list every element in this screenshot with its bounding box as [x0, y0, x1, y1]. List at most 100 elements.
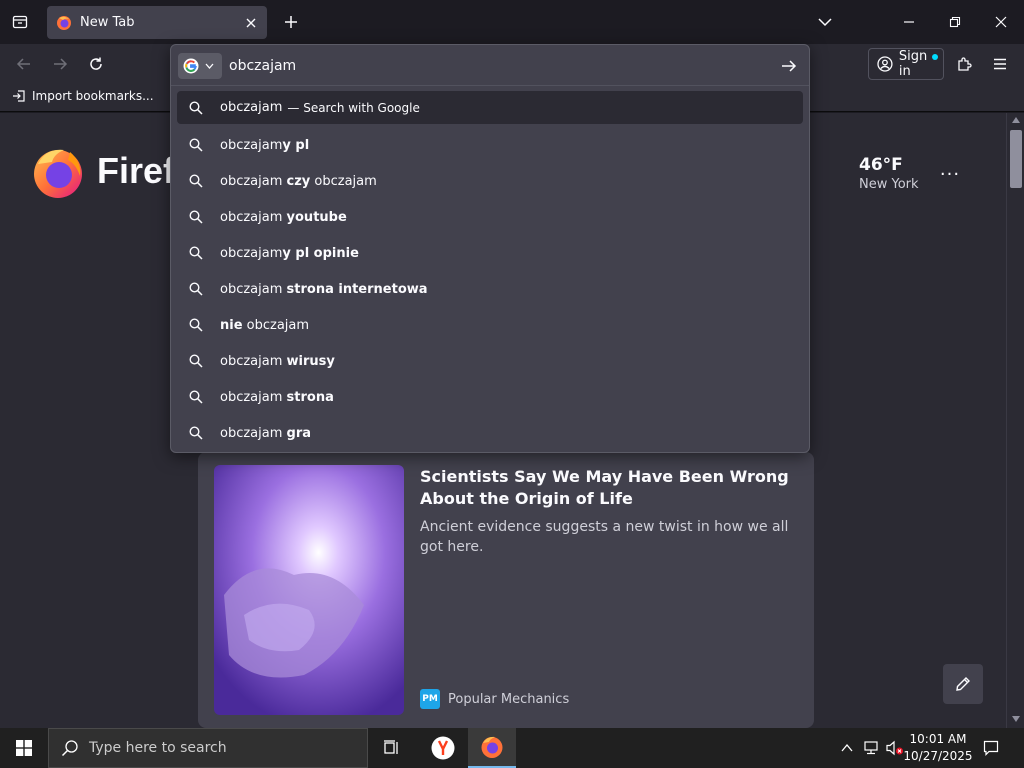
story-card[interactable]: Scientists Say We May Have Been Wrong Ab…: [198, 452, 814, 728]
suggestion-text: obczajam strona: [220, 389, 334, 405]
search-engine-button[interactable]: [178, 53, 222, 79]
chevron-down-icon: [205, 63, 214, 69]
pencil-icon: [956, 677, 970, 691]
forward-button[interactable]: [46, 50, 74, 78]
scrollbar-thumb[interactable]: [1010, 130, 1022, 188]
reload-icon: [90, 57, 102, 70]
taskbar-search-placeholder: Type here to search: [89, 740, 227, 756]
system-clock[interactable]: 10:01 AM 10/27/2025: [900, 731, 976, 765]
suggestion-text: obczajam strona internetowa: [220, 281, 428, 297]
search-icon: [189, 389, 205, 405]
back-button[interactable]: [10, 50, 38, 78]
yandex-icon: [431, 736, 455, 760]
search-icon: [189, 317, 205, 333]
new-tab-button[interactable]: [277, 8, 305, 36]
search-icon: [189, 425, 205, 441]
app-menu-button[interactable]: [986, 50, 1014, 78]
suggestion-text: nie obczajam: [220, 317, 310, 333]
suggestion-action: — Search with Google: [287, 100, 420, 115]
task-view-icon: [384, 740, 398, 754]
story-source-name: Popular Mechanics: [448, 691, 570, 707]
firefox-view-icon: [12, 15, 28, 29]
story-title[interactable]: Scientists Say We May Have Been Wrong Ab…: [420, 466, 800, 510]
suggestion-item[interactable]: obczajam strona: [177, 379, 803, 415]
tab-new-tab[interactable]: New Tab: [47, 6, 267, 39]
suggestion-item[interactable]: obczajam wirusy: [177, 343, 803, 379]
firefox-taskbar-button[interactable]: [468, 728, 516, 768]
search-icon: [189, 209, 205, 225]
task-view-button[interactable]: [368, 728, 416, 768]
suggestion-item[interactable]: obczajam youtube: [177, 199, 803, 235]
urlbar-dropdown: obczajam — Search with Google obczajamy …: [170, 44, 810, 453]
yandex-browser-button[interactable]: [419, 728, 467, 768]
import-bookmarks-label: Import bookmarks...: [32, 89, 154, 103]
firefox-icon: [481, 736, 503, 758]
restore-icon: [949, 16, 961, 28]
search-icon: [189, 281, 205, 297]
arrow-left-icon: [16, 58, 30, 70]
scrollbar[interactable]: [1006, 113, 1024, 728]
puzzle-icon: [958, 57, 972, 71]
weather-more-button[interactable]: ···: [936, 160, 964, 188]
suggestion-text: obczajam wirusy: [220, 353, 335, 369]
popular-mechanics-logo-icon: PM: [420, 689, 440, 709]
suggestion-text: obczajamy pl: [220, 137, 310, 153]
suggestion-text: obczajam: [220, 100, 283, 115]
suggestion-item[interactable]: obczajam gra: [177, 415, 803, 451]
sign-in-button[interactable]: Sign in: [868, 48, 944, 80]
notifications-button[interactable]: [976, 728, 1006, 768]
close-icon: [995, 16, 1007, 28]
tab-close-button[interactable]: [239, 11, 263, 35]
search-icon: [189, 173, 205, 189]
scroll-up-icon: [1012, 117, 1020, 123]
suggestion-text: obczajam czy obczajam: [220, 173, 377, 189]
url-input[interactable]: [229, 54, 769, 78]
taskbar-search-box[interactable]: Type here to search: [48, 728, 368, 768]
go-button[interactable]: [775, 53, 803, 79]
close-icon: [246, 18, 256, 27]
story-source: PM Popular Mechanics: [420, 689, 569, 709]
weather-location: New York: [859, 177, 919, 192]
minimize-button[interactable]: [886, 0, 932, 44]
reload-button[interactable]: [82, 50, 110, 78]
story-description: Ancient evidence suggests a new twist in…: [420, 519, 789, 555]
network-button[interactable]: [860, 728, 882, 768]
close-window-button[interactable]: [978, 0, 1024, 44]
hamburger-icon: [994, 58, 1006, 70]
extensions-button[interactable]: [950, 50, 978, 78]
restore-button[interactable]: [932, 0, 978, 44]
firefox-logo-icon: [34, 149, 82, 198]
suggestion-list: obczajam — Search with Google obczajamy …: [177, 91, 803, 451]
urlbar: [171, 45, 809, 85]
suggestion-item[interactable]: obczajam strona internetowa: [177, 271, 803, 307]
suggestion-text: obczajamy pl opinie: [220, 245, 359, 261]
search-icon: [189, 137, 205, 153]
firefox-view-button[interactable]: [6, 8, 34, 36]
customize-button[interactable]: [943, 664, 983, 704]
firefox-favicon-icon: [57, 15, 71, 30]
list-all-tabs-button[interactable]: [802, 0, 848, 44]
arrow-right-icon: [782, 60, 797, 72]
suggestion-item[interactable]: nie obczajam: [177, 307, 803, 343]
suggestion-item[interactable]: obczajam czy obczajam: [177, 163, 803, 199]
clock-time: 10:01 AM: [909, 732, 967, 746]
suggestion-item[interactable]: obczajam — Search with Google: [177, 91, 803, 124]
clock-date: 10/27/2025: [903, 749, 973, 763]
suggestion-item[interactable]: obczajamy pl: [177, 127, 803, 163]
google-g-icon: [183, 58, 199, 74]
search-icon: [189, 245, 205, 261]
plus-icon: [285, 16, 297, 28]
windows-logo-icon: [16, 740, 32, 756]
suggestion-item[interactable]: obczajamy pl opinie: [177, 235, 803, 271]
scroll-down-icon: [1012, 716, 1020, 722]
search-icon: [61, 740, 78, 757]
network-icon: [864, 741, 878, 755]
notification-center-icon: [983, 740, 999, 756]
import-bookmarks-button[interactable]: Import bookmarks...: [12, 89, 154, 103]
weather-temperature[interactable]: 46°F: [859, 155, 903, 175]
show-hidden-icons-button[interactable]: [836, 728, 858, 768]
account-icon: [877, 56, 893, 72]
suggestion-text: obczajam youtube: [220, 209, 347, 225]
minimize-icon: [904, 21, 914, 23]
start-button[interactable]: [0, 728, 48, 768]
